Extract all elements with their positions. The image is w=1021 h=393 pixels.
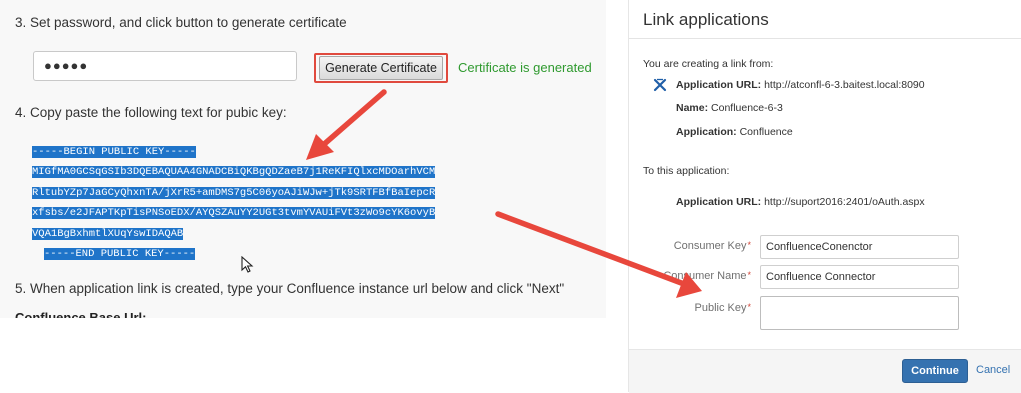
- consumer-name-label: Consumer Name*: [663, 270, 751, 282]
- consumer-key-label: Consumer Key*: [673, 240, 751, 252]
- link-applications-dialog: Link applications You are creating a lin…: [628, 0, 1021, 393]
- certificate-status-text: Certificate is generated: [458, 60, 592, 75]
- continue-button[interactable]: Continue: [902, 359, 968, 383]
- step-5-text: 5. When application link is created, typ…: [15, 281, 565, 296]
- generate-certificate-button[interactable]: Generate Certificate: [319, 56, 443, 80]
- confluence-x-icon: [653, 78, 667, 92]
- dialog-title: Link applications: [643, 10, 769, 29]
- cursor-arrow-icon: [241, 256, 254, 273]
- key-line: xfsbs/e2JFAPTKpTisPNSoEDX/AYQSZAuYY2UGt3…: [32, 207, 436, 220]
- dialog-title-divider: [629, 38, 1021, 39]
- from-name-value: Confluence-6-3: [711, 102, 783, 114]
- from-app-url-row: Application URL: http://atconfl-6-3.bait…: [676, 79, 925, 91]
- consumer-key-input[interactable]: [760, 235, 959, 259]
- certificate-page: 3. Set password, and click button to gen…: [0, 0, 606, 318]
- from-app-url-label: Application URL:: [676, 79, 762, 91]
- from-app-url-value: http://atconfl-6-3.baitest.local:8090: [764, 79, 925, 91]
- password-input[interactable]: ●●●●●: [33, 51, 297, 81]
- from-application-row: Application: Confluence: [676, 126, 793, 138]
- key-line: RltubYZp7JaGCyQhxnTA/jXrR5+amDMS7g5C06yo…: [32, 186, 436, 199]
- step-3-text: 3. Set password, and click button to gen…: [15, 15, 347, 30]
- link-to-heading: To this application:: [643, 165, 730, 177]
- key-line: -----END PUBLIC KEY-----: [44, 248, 196, 261]
- dialog-footer: Continue Cancel: [629, 349, 1021, 393]
- to-app-url-row: Application URL: http://suport2016:2401/…: [676, 196, 925, 208]
- public-key-text[interactable]: -----BEGIN PUBLIC KEY----- MIGfMA0GCSqGS…: [32, 142, 436, 264]
- link-from-heading: You are creating a link from:: [643, 58, 774, 70]
- public-key-label: Public Key*: [694, 302, 752, 314]
- from-name-label: Name:: [676, 102, 709, 114]
- from-application-label: Application:: [676, 126, 737, 138]
- cancel-link[interactable]: Cancel: [976, 364, 1010, 376]
- confluence-base-url-label: Confluence Base Url:: [15, 310, 147, 318]
- to-app-url-value: http://suport2016:2401/oAuth.aspx: [764, 196, 925, 208]
- to-app-url-label: Application URL:: [676, 196, 762, 208]
- consumer-name-input[interactable]: [760, 265, 959, 289]
- public-key-textarea[interactable]: [760, 296, 959, 330]
- key-line: VQA1BgBxhmtlXUqYswIDAQAB: [32, 227, 184, 240]
- key-line: -----BEGIN PUBLIC KEY-----: [32, 146, 196, 158]
- from-application-value: Confluence: [739, 126, 793, 138]
- key-line: MIGfMA0GCSqGSIb3DQEBAQUAA4GNADCBiQKBgQDZ…: [32, 166, 436, 179]
- step-4-text: 4. Copy paste the following text for pub…: [15, 105, 287, 120]
- from-name-row: Name: Confluence-6-3: [676, 102, 783, 114]
